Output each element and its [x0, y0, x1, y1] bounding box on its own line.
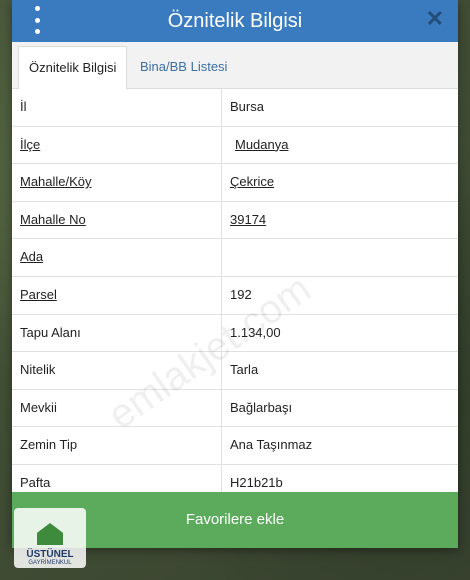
row-key: Tapu Alanı	[20, 324, 81, 340]
row-value[interactable]: Çekrice	[230, 164, 274, 200]
table-row: İl Bursa	[12, 89, 458, 127]
table-row: Zemin Tip Ana Taşınmaz	[12, 427, 458, 465]
row-value: 1.134,00	[230, 324, 281, 340]
table-row: Tapu Alanı 1.134,00	[12, 314, 458, 353]
table-row: İlçe Mudanya	[12, 126, 458, 165]
table-row: Mahalle/Köy Çekrice	[12, 164, 458, 202]
table-row: Nitelik Tarla	[12, 352, 458, 390]
tab-building-list[interactable]: Bina/BB Listesi	[130, 46, 237, 88]
close-icon[interactable]: ✕	[426, 6, 444, 32]
table-row: Mevkii Bağlarbaşı	[12, 389, 458, 428]
row-key: Nitelik	[20, 362, 56, 378]
house-icon	[37, 523, 63, 545]
attribute-info-dialog: Öznitelik Bilgisi ✕ Öznitelik Bilgisi Bi…	[12, 0, 458, 548]
row-key: İl	[20, 99, 27, 114]
row-key: Mevkii	[20, 399, 57, 415]
dialog-header: Öznitelik Bilgisi ✕	[12, 0, 458, 42]
table-row: Mahalle No 39174	[12, 201, 458, 240]
attribute-table: İl Bursa İlçe Mudanya Mahalle/Köy Çekric…	[12, 89, 458, 503]
row-key: Zemin Tip	[20, 437, 78, 453]
row-key[interactable]: Parsel	[20, 277, 57, 313]
row-key[interactable]: Mahalle No	[20, 202, 86, 238]
row-value: 192	[230, 286, 252, 302]
logo-subtitle: GAYRİMENKUL	[28, 560, 72, 566]
company-logo: ÜSTÜNEL GAYRİMENKUL	[14, 508, 86, 568]
table-row: Parsel 192	[12, 276, 458, 315]
tab-attribute-info[interactable]: Öznitelik Bilgisi	[18, 46, 128, 90]
row-key[interactable]: İlçe	[20, 127, 40, 163]
table-row: Ada	[12, 239, 458, 277]
row-value: Tarla	[230, 362, 259, 378]
row-value[interactable]: 39174	[230, 202, 266, 238]
tab-bar: Öznitelik Bilgisi Bina/BB Listesi	[12, 42, 458, 90]
row-value: Bağlarbaşı	[230, 399, 293, 415]
dialog-title: Öznitelik Bilgisi	[167, 9, 303, 32]
row-value[interactable]: Mudanya	[235, 127, 288, 163]
row-value: Ana Taşınmaz	[230, 437, 313, 453]
row-key[interactable]: Mahalle/Köy	[20, 164, 92, 200]
row-value: Bursa	[230, 99, 264, 114]
row-key[interactable]: Ada	[20, 239, 43, 275]
more-options-icon[interactable]	[32, 6, 42, 34]
logo-name: ÜSTÜNEL	[26, 549, 74, 560]
